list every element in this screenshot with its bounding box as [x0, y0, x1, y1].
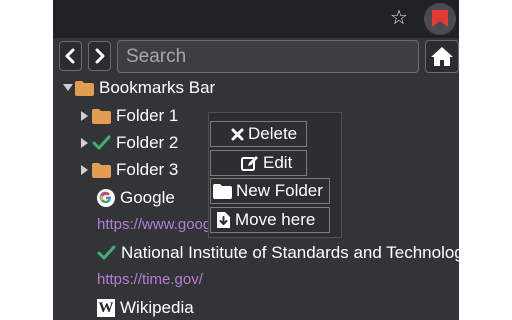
menu-item-label: Edit [263, 153, 293, 172]
bookmark-flag-icon [432, 10, 448, 27]
checkmark-icon [92, 135, 111, 150]
bookmark-star-icon[interactable]: ☆ [387, 6, 411, 30]
menu-item-label: New Folder [236, 181, 323, 200]
tree-folder-2[interactable]: Folder 2 [78, 131, 178, 155]
bookmark-wikipedia[interactable]: W Wikipedia [97, 296, 194, 320]
bookmark-title: Wikipedia [120, 298, 194, 317]
bookmark-google[interactable]: Google [97, 186, 175, 210]
tree-item-label: Folder 2 [116, 133, 179, 152]
edit-menu-item[interactable]: Edit [210, 150, 307, 176]
tree-item-label: Folder 3 [116, 160, 179, 179]
browser-toolbar: ☆ [53, 0, 459, 38]
folder-icon [75, 80, 94, 96]
folder-icon [213, 183, 232, 199]
move-here-menu-item[interactable]: Move here [210, 207, 330, 233]
caret-down-icon[interactable] [61, 76, 75, 100]
tree-item-label: Folder 1 [116, 106, 179, 125]
tree-folder-3[interactable]: Folder 3 [78, 158, 178, 182]
back-button[interactable] [59, 41, 82, 71]
chevron-right-icon [95, 48, 105, 64]
tree-folder-1[interactable]: Folder 1 [78, 104, 178, 128]
close-icon [231, 128, 244, 140]
checkmark-icon [97, 245, 116, 260]
forward-button[interactable] [88, 41, 111, 71]
search-input[interactable] [117, 40, 419, 73]
home-button[interactable] [425, 40, 459, 73]
tree-item-label: Bookmarks Bar [99, 78, 216, 97]
extension-button[interactable] [424, 3, 456, 35]
new-folder-menu-item[interactable]: New Folder [210, 178, 330, 204]
menu-item-label: Move here [235, 210, 316, 229]
google-icon [97, 189, 115, 207]
edit-icon [241, 155, 258, 171]
delete-menu-item[interactable]: Delete [210, 121, 307, 147]
folder-icon [92, 162, 111, 178]
chevron-left-icon [65, 48, 75, 64]
bookmark-title: Google [120, 188, 175, 207]
wikipedia-icon: W [97, 299, 115, 317]
folder-icon [92, 108, 111, 124]
caret-right-icon[interactable] [78, 131, 92, 155]
bookmark-url[interactable]: https://time.gov/ [97, 269, 203, 291]
context-menu: Delete Edit New Folder Move here [208, 112, 342, 238]
file-download-icon [217, 212, 230, 228]
bookmarks-popup: ☆ Bookmarks Bar [53, 0, 459, 320]
menu-item-label: Delete [248, 124, 298, 143]
home-icon [431, 47, 453, 66]
bookmark-nist[interactable]: National Institute of Standards and Tech… [97, 241, 459, 265]
tree-root-bookmarks-bar[interactable]: Bookmarks Bar [61, 76, 215, 100]
caret-right-icon[interactable] [78, 104, 92, 128]
bookmark-title: National Institute of Standards and Tech… [121, 243, 459, 262]
caret-right-icon[interactable] [78, 158, 92, 182]
